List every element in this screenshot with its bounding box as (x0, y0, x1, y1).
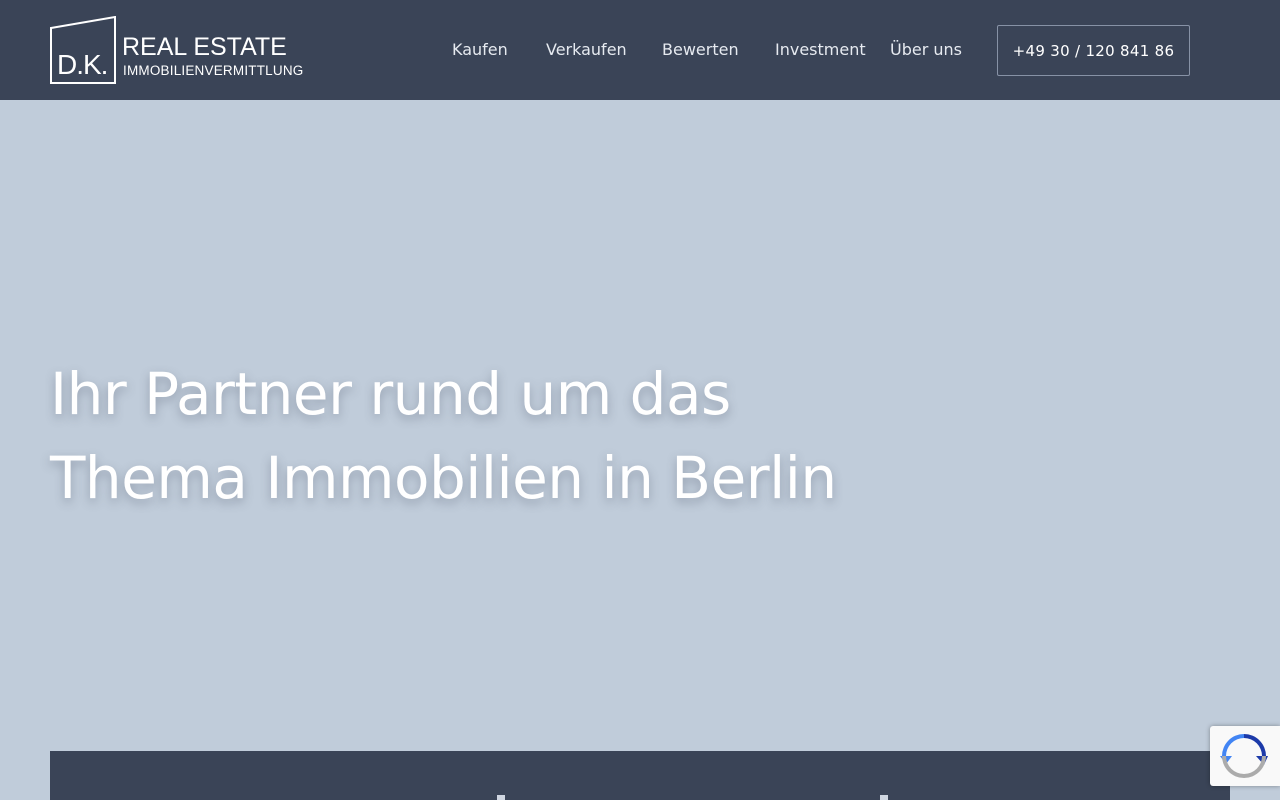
feature-icon-1 (497, 795, 505, 800)
logo[interactable]: D.K. REAL ESTATE IMMOBILIENVERMITTLUNG (50, 16, 310, 86)
logo-mark: D.K. (57, 49, 108, 80)
logo-subtitle: IMMOBILIENVERMITTLUNG (123, 63, 304, 78)
feature-band (50, 751, 1230, 800)
logo-title: REAL ESTATE (122, 33, 287, 61)
nav-item-verkaufen[interactable]: Verkaufen (546, 40, 627, 60)
nav-item-ueber-uns[interactable]: Über uns (890, 40, 962, 60)
recaptcha-badge[interactable] (1210, 726, 1280, 786)
recaptcha-icon (1220, 734, 1268, 778)
hero-section: Ihr Partner rund um das Thema Immobilien… (0, 100, 1280, 751)
nav-item-kaufen[interactable]: Kaufen (452, 40, 508, 60)
nav-item-bewerten[interactable]: Bewerten (662, 40, 739, 60)
phone-button[interactable]: +49 30 / 120 841 86 (997, 25, 1190, 76)
feature-icon-2 (880, 795, 888, 800)
nav-item-investment[interactable]: Investment (775, 40, 866, 60)
hero-title-line-2: Thema Immobilien in Berlin (50, 444, 837, 512)
site-header: D.K. REAL ESTATE IMMOBILIENVERMITTLUNG K… (0, 0, 1280, 100)
hero-title-line-1: Ihr Partner rund um das (50, 360, 731, 428)
hero-title: Ihr Partner rund um das Thema Immobilien… (50, 352, 930, 520)
